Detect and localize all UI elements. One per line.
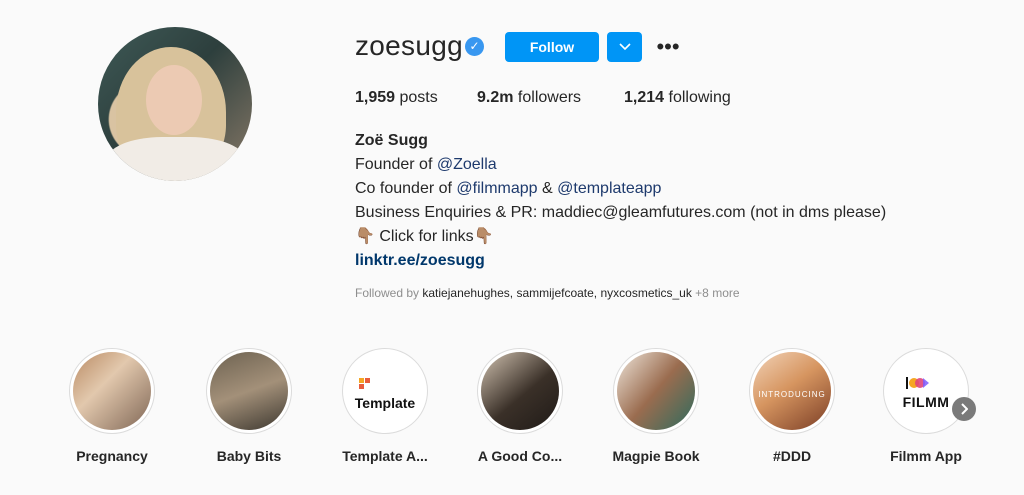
- highlight-a-good-co[interactable]: A Good Co...: [465, 348, 575, 464]
- followers-count: 9.2m: [477, 89, 514, 106]
- template-logo-icon: [359, 378, 371, 390]
- highlight-cover-image: [481, 352, 559, 430]
- highlight-label: A Good Co...: [477, 448, 563, 464]
- avatar-sweater: [106, 137, 246, 181]
- chevron-down-icon: [618, 43, 631, 51]
- highlight-magpie-book[interactable]: Magpie Book: [601, 348, 711, 464]
- highlight-ring: [613, 348, 699, 434]
- highlight-cover-text: Template: [354, 395, 416, 411]
- highlight-ddd[interactable]: INTRODUCING #DDD: [737, 348, 847, 464]
- highlight-baby-bits[interactable]: Baby Bits: [194, 348, 304, 464]
- profile-username: zoesugg: [355, 30, 463, 61]
- follow-button[interactable]: Follow: [505, 32, 599, 62]
- bio-external-link[interactable]: linktr.ee/zoesugg: [355, 249, 886, 273]
- posts-label: posts: [399, 89, 438, 106]
- followed-by[interactable]: Followed by katiejanehughes, sammijefcoa…: [355, 286, 740, 300]
- posts-count: 1,959: [355, 89, 396, 106]
- profile-avatar[interactable]: [98, 27, 252, 181]
- highlight-ring: [477, 348, 563, 434]
- highlight-pregnancy[interactable]: Pregnancy: [57, 348, 167, 464]
- verified-badge-icon: ✓: [465, 37, 484, 56]
- bio-line-cofounder: Co founder of @filmmapp & @templateapp: [355, 177, 886, 201]
- stat-following[interactable]: 1,214 following: [624, 89, 731, 107]
- highlight-label: Baby Bits: [216, 448, 282, 464]
- stat-followers[interactable]: 9.2m followers: [477, 89, 581, 107]
- highlight-cover-image: Template: [346, 352, 424, 430]
- avatar-face: [146, 65, 202, 135]
- highlight-ring: Template: [342, 348, 428, 434]
- followed-by-more: +8 more: [691, 286, 740, 300]
- highlight-label: Template A...: [342, 448, 428, 464]
- highlight-template-app[interactable]: Template Template A...: [330, 348, 440, 464]
- following-count: 1,214: [624, 89, 665, 106]
- highlight-cover-image: INTRODUCING: [753, 352, 831, 430]
- more-options-button[interactable]: •••: [655, 32, 681, 62]
- highlight-label: Pregnancy: [76, 448, 148, 464]
- highlight-ring: [206, 348, 292, 434]
- highlight-label: Magpie Book: [612, 448, 700, 464]
- highlight-ring: FILMM: [883, 348, 969, 434]
- highlight-ring: [69, 348, 155, 434]
- highlight-cover-image: [617, 352, 695, 430]
- mention-filmmapp-link[interactable]: @filmmapp: [456, 180, 537, 197]
- highlights-next-button[interactable]: [952, 397, 976, 421]
- highlight-cover-image: [210, 352, 288, 430]
- suggested-accounts-dropdown-button[interactable]: [607, 32, 642, 62]
- chevron-right-icon: [961, 403, 968, 415]
- bio-line-business: Business Enquiries & PR: maddiec@gleamfu…: [355, 204, 887, 221]
- highlight-label: Filmm App: [890, 448, 962, 464]
- bio-line-click-links: 👇🏽 Click for links👇🏽: [355, 228, 494, 245]
- bio-ampersand: &: [537, 180, 558, 197]
- highlight-cover-text: INTRODUCING: [758, 390, 826, 399]
- bio-line-founder: Founder of @Zoella: [355, 153, 886, 177]
- highlight-cover-image: FILMM: [887, 352, 965, 430]
- highlight-cover-image: [73, 352, 151, 430]
- bio-cofounder-text: Co founder of: [355, 180, 457, 197]
- followed-by-names: katiejanehughes, sammijefcoate, nyxcosme…: [422, 286, 692, 300]
- profile-bio: Zoë Sugg Founder of @Zoella Co founder o…: [355, 129, 886, 273]
- followed-by-prefix: Followed by: [355, 286, 423, 300]
- bio-founder-text: Founder of: [355, 156, 437, 173]
- following-label: following: [668, 89, 731, 106]
- profile-full-name: Zoë Sugg: [355, 132, 428, 149]
- highlight-label: #DDD: [772, 448, 812, 464]
- highlight-ring: INTRODUCING: [749, 348, 835, 434]
- filmm-logo-icon: [906, 377, 929, 389]
- mention-zoella-link[interactable]: @Zoella: [437, 156, 497, 173]
- mention-templateapp-link[interactable]: @templateapp: [557, 180, 661, 197]
- followers-label: followers: [517, 89, 582, 106]
- stat-posts: 1,959 posts: [355, 89, 438, 107]
